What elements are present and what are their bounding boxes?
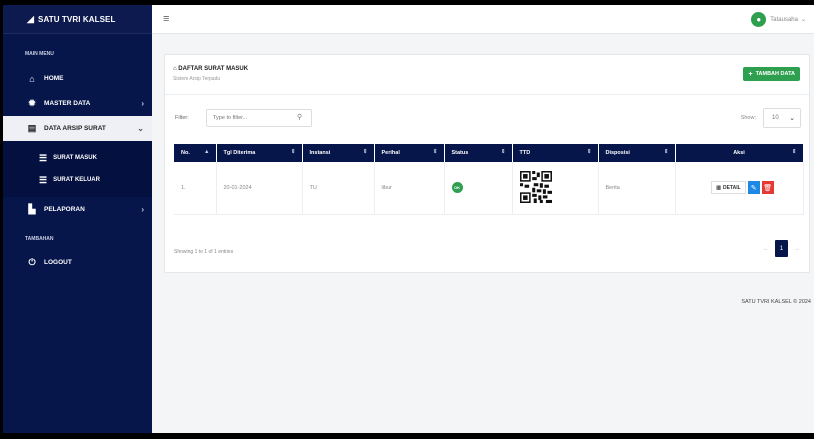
page-button-current[interactable]: 1 <box>775 240 788 257</box>
row-actions: ▥ DETAIL ✎ 🗑 <box>683 181 803 195</box>
col-header-ttd[interactable]: TTD ⇕ <box>512 144 599 162</box>
col-header-perihal[interactable]: Perihal ⇕ <box>374 144 445 162</box>
avatar: ● <box>751 12 767 27</box>
qr-code-icon <box>519 170 552 203</box>
table-header-row: No. ▲ Tgl Diterima ⇕ Instansi ⇕ Perihal ⇕ St… <box>174 144 804 162</box>
list-icon: ☰ <box>39 174 48 185</box>
sort-icon: ⇕ <box>362 149 368 155</box>
main-menu-label: MAIN MENU <box>25 51 54 57</box>
plus-icon: + <box>748 70 753 78</box>
list-icon: ☰ <box>39 152 48 163</box>
col-header-aksi[interactable]: Aksi ⇕ <box>675 144 804 162</box>
cell-status: OK <box>444 162 513 215</box>
edit-button[interactable]: ✎ <box>747 181 760 195</box>
power-icon: ⏻ <box>28 257 36 267</box>
sidebar-item-surat-keluar[interactable]: ☰ SURAT KELUAR <box>3 169 152 191</box>
surat-masuk-card: ⌂ DAFTAR SURAT MASUK Sistem Arsip Terpad… <box>164 54 810 273</box>
home-icon: ⌂ <box>29 73 35 84</box>
pagination: ← 1 → <box>763 240 800 257</box>
extra-menu-label: TAMBAHAN <box>25 236 54 242</box>
brand[interactable]: ◢ SATU TVRI KALSEL <box>3 5 152 34</box>
chevron-right-icon: › <box>141 205 144 214</box>
book-icon: ▥ <box>716 184 722 191</box>
sidebar-item-logout[interactable]: ⏻ LOGOUT <box>3 250 152 275</box>
sidebar-item-label: HOME <box>44 75 64 82</box>
sort-icon: ⇕ <box>663 149 669 155</box>
page-title: ⌂ DAFTAR SURAT MASUK <box>173 66 249 72</box>
col-header-disposisi[interactable]: Disposisi ⇕ <box>598 144 676 162</box>
sort-icon: ⇕ <box>791 149 797 155</box>
surat-table: No. ▲ Tgl Diterima ⇕ Instansi ⇕ Perihal ⇕ St… <box>174 144 804 215</box>
sort-icon: ⇕ <box>500 149 506 155</box>
cell-disposisi: Berita <box>598 162 676 215</box>
detail-button[interactable]: ▥ DETAIL <box>711 181 746 195</box>
chevron-down-icon: ⌄ <box>800 17 806 23</box>
cell-perihal: libur <box>374 162 445 215</box>
page-subtitle: Sistem Arsip Terpadu <box>173 76 221 82</box>
edit-icon: ✎ <box>750 184 757 192</box>
sidebar-item-label: LOGOUT <box>44 259 72 266</box>
delete-button[interactable]: 🗑 <box>761 181 774 195</box>
username: Tatausaha <box>770 16 798 23</box>
card-header: ⌂ DAFTAR SURAT MASUK Sistem Arsip Terpad… <box>165 55 809 95</box>
app-frame: ◢ SATU TVRI KALSEL MAIN MENU ⌂ HOME ✹ MA… <box>3 5 814 433</box>
table-toolbar: Filter: ⚲ Show: 10 ⌄ <box>173 108 801 128</box>
sort-icon: ⇕ <box>586 149 592 155</box>
trash-icon: 🗑 <box>763 184 773 192</box>
search-icon: ⚲ <box>297 114 303 121</box>
sidebar-item-master-data[interactable]: ✹ MASTER DATA › <box>3 91 152 116</box>
sidebar-item-label: MASTER DATA <box>44 100 91 107</box>
file-icon: ▤ <box>27 123 37 133</box>
chevron-down-icon: ⌄ <box>137 124 144 133</box>
col-header-tgl[interactable]: Tgl Diterima ⇕ <box>216 144 303 162</box>
table-row: 1. 20-01-2024 TU libur OK Berita ▥ DETAI… <box>174 162 804 215</box>
footer-text: SATU TVRI KALSEL © 2024 <box>741 299 811 305</box>
submenu-arsip: ☰ SURAT MASUK ☰ SURAT KELUAR <box>3 141 152 197</box>
entries-info: Showing 1 to 1 of 1 entries <box>174 249 234 255</box>
sidebar-item-home[interactable]: ⌂ HOME <box>3 66 152 91</box>
chart-icon: ▙ <box>28 204 36 214</box>
chevron-right-icon: › <box>141 99 144 108</box>
col-header-status[interactable]: Status ⇕ <box>444 144 513 162</box>
cell-instansi: TU <box>302 162 375 215</box>
next-page-button[interactable]: → <box>794 246 800 252</box>
sidebar-item-data-arsip-surat[interactable]: ▤ DATA ARSIP SURAT ⌄ <box>3 116 152 141</box>
user-menu[interactable]: ● Tatausaha ⌄ <box>751 12 806 27</box>
page-size-select[interactable]: 10 ⌄ <box>763 108 801 128</box>
sort-asc-icon: ▲ <box>204 149 210 155</box>
show-label: Show: <box>740 115 756 121</box>
chevron-down-icon: ⌄ <box>789 115 795 122</box>
prev-page-button[interactable]: ← <box>763 246 769 252</box>
col-header-no[interactable]: No. ▲ <box>174 144 217 162</box>
col-header-instansi[interactable]: Instansi ⇕ <box>302 144 375 162</box>
cell-ttd <box>512 162 599 215</box>
main-content: ≡ ● Tatausaha ⌄ ⌂ DAFTAR SURAT MASUK Sis… <box>152 5 814 433</box>
filter-label: Filter: <box>175 115 189 121</box>
sort-icon: ⇕ <box>432 149 438 155</box>
cell-no: 1. <box>174 162 217 215</box>
brand-title: SATU TVRI KALSEL <box>38 14 116 24</box>
sidebar: ◢ SATU TVRI KALSEL MAIN MENU ⌂ HOME ✹ MA… <box>3 5 152 433</box>
cell-aksi: ▥ DETAIL ✎ 🗑 <box>675 162 804 215</box>
hamburger-icon[interactable]: ≡ <box>163 13 169 25</box>
sidebar-item-label: DATA ARSIP SURAT <box>44 125 106 132</box>
cell-tgl: 20-01-2024 <box>216 162 303 215</box>
sort-icon: ⇕ <box>290 149 296 155</box>
sidebar-item-pelaporan[interactable]: ▙ PELAPORAN › <box>3 197 152 222</box>
status-badge: OK <box>451 182 463 194</box>
sidebar-item-label: PELAPORAN <box>44 206 85 213</box>
add-data-button[interactable]: + TAMBAH DATA <box>743 67 800 81</box>
sidebar-item-label: SURAT KELUAR <box>53 177 100 183</box>
topbar: ≡ ● Tatausaha ⌄ <box>152 5 814 34</box>
sidebar-item-surat-masuk[interactable]: ☰ SURAT MASUK <box>3 147 152 169</box>
sidebar-item-label: SURAT MASUK <box>53 155 97 161</box>
satellite-icon: ◢ <box>27 13 35 24</box>
gear-icon: ✹ <box>28 98 36 108</box>
